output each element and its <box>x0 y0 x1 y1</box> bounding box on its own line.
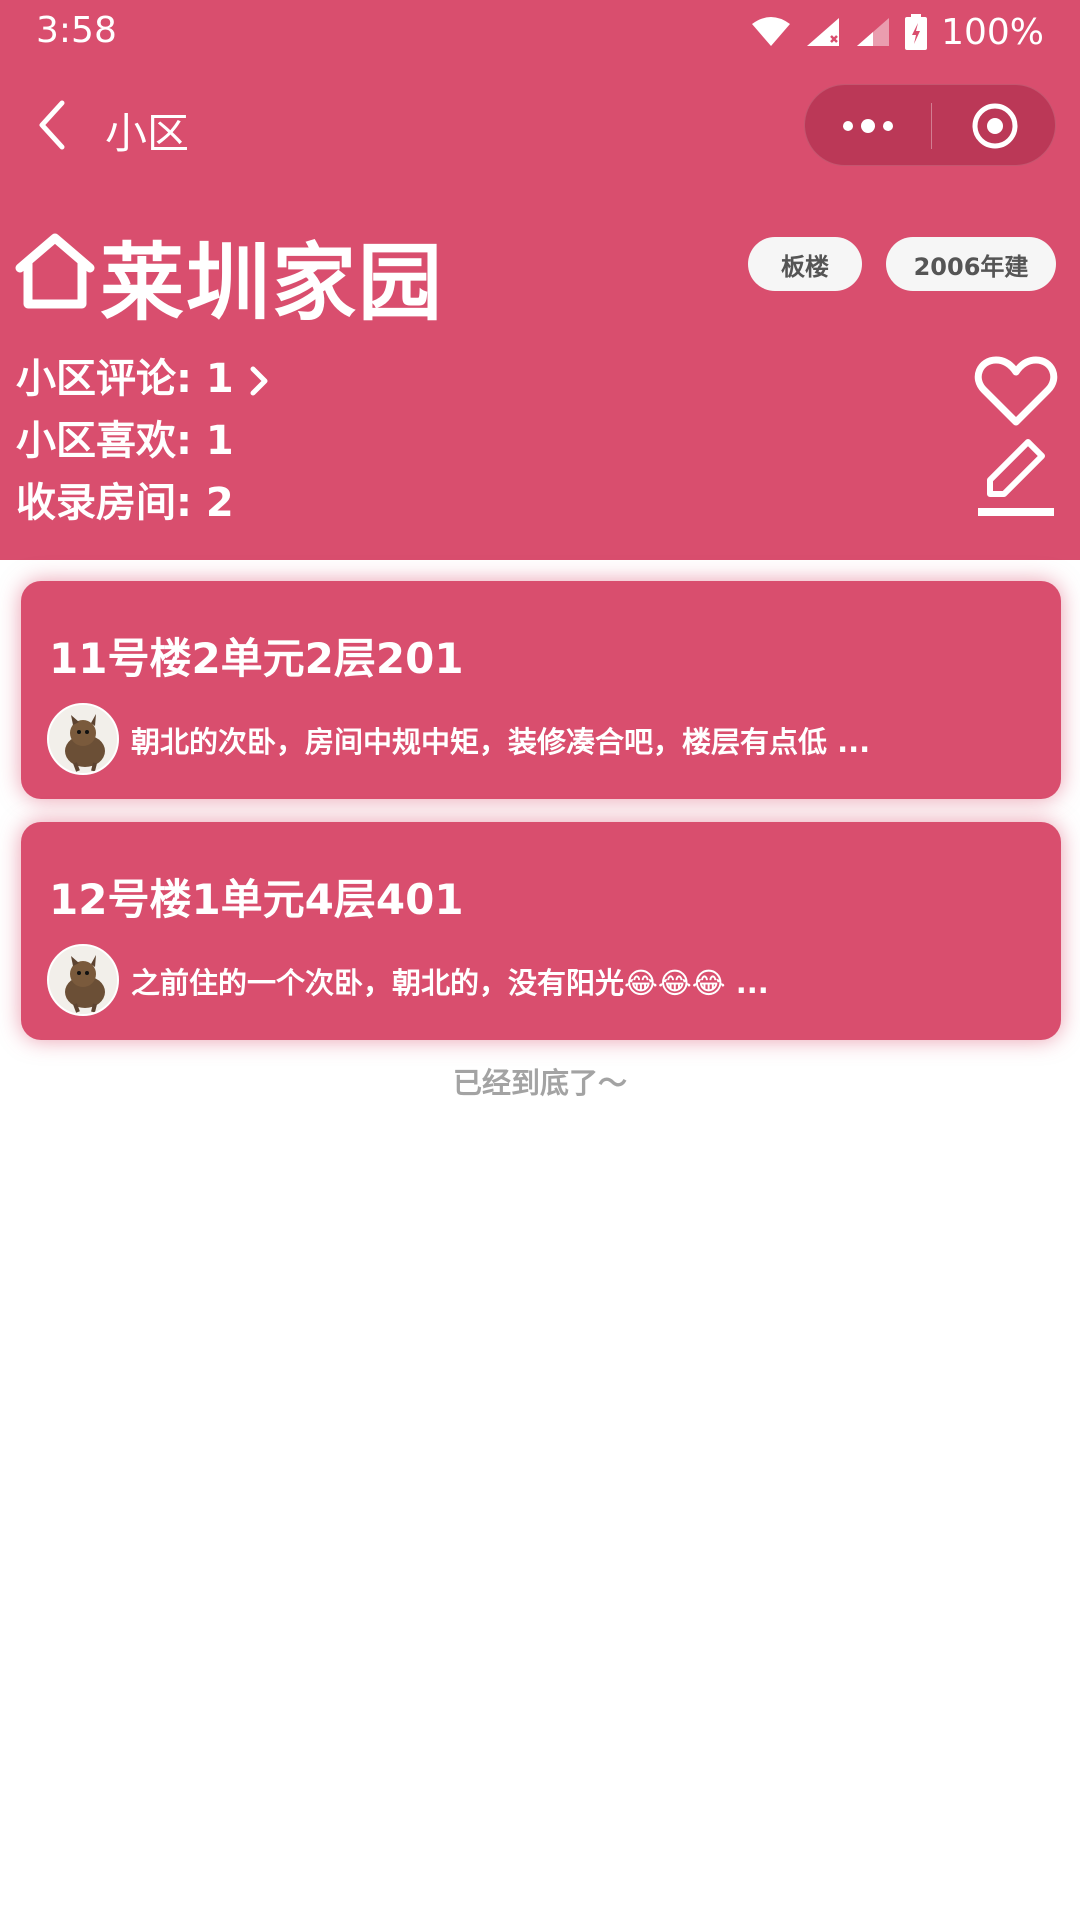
rooms-count: 收录房间: 2 <box>16 480 234 526</box>
room-card[interactable]: 12号楼1单元4层401 之前住的一个次卧，朝北的，没有阳光😂😂😂 ... <box>21 822 1061 1040</box>
avatar <box>47 703 119 775</box>
community-header: 3:58 100% 小区 莱圳家园 板楼 2006年建 小区评论: 1 小区喜欢… <box>0 0 1080 560</box>
mini-program-capsule <box>804 84 1056 166</box>
room-title: 11号楼2单元2层201 <box>49 634 464 683</box>
comments-count: 小区评论: 1 <box>16 356 234 402</box>
more-button[interactable] <box>805 85 931 167</box>
end-of-list-text: 已经到底了～ <box>452 1066 627 1100</box>
room-excerpt: 之前住的一个次卧，朝北的，没有阳光😂😂😂 ... <box>131 966 769 1000</box>
home-icon <box>15 233 95 309</box>
community-name: 莱圳家园 <box>100 234 445 332</box>
room-excerpt: 朝北的次卧，房间中规中矩，装修凑合吧，楼层有点低 ... <box>131 725 871 759</box>
page-title: 小区 <box>105 109 190 158</box>
community-likes: 小区喜欢: 1 <box>16 418 234 464</box>
close-target-icon <box>972 103 1017 149</box>
chevron-right-icon <box>250 366 268 396</box>
status-time: 3:58 <box>36 10 117 51</box>
building-type-tag: 板楼 <box>748 237 862 291</box>
community-comments-link[interactable]: 小区评论: 1 <box>16 346 270 404</box>
avatar <box>47 944 119 1016</box>
built-year-tag: 2006年建 <box>886 237 1056 291</box>
back-icon[interactable] <box>30 95 74 155</box>
status-icons: 100% <box>751 8 1044 56</box>
room-card[interactable]: 11号楼2单元2层201 朝北的次卧，房间中规中矩，装修凑合吧，楼层有点低 ..… <box>21 581 1061 799</box>
room-title: 12号楼1单元4层401 <box>49 875 464 924</box>
more-icon <box>843 119 893 133</box>
signal-icon <box>857 18 890 46</box>
wifi-icon <box>752 17 791 46</box>
battery-icon <box>905 14 928 50</box>
battery-percent: 100% <box>941 11 1044 53</box>
edit-icon[interactable] <box>976 434 1056 518</box>
heart-icon[interactable] <box>974 354 1058 428</box>
status-bar: 3:58 100% <box>0 0 1080 66</box>
signal-icon <box>807 18 840 46</box>
close-button[interactable] <box>932 85 1057 167</box>
